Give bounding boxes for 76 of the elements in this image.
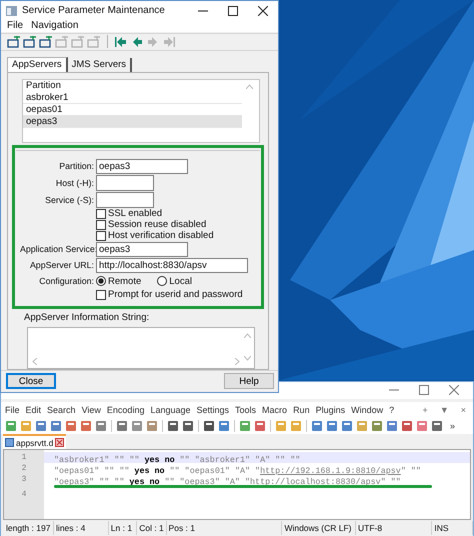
menu-item[interactable]: Edit	[26, 404, 42, 414]
field-label: AppServer Information String:	[24, 312, 150, 323]
status-text: Ln : 1	[110, 523, 132, 533]
checkbox[interactable]	[96, 208, 106, 219]
checkbox-label: SSL enabled	[108, 208, 162, 220]
code-line: "oepas01" "" "" yes no "" "oepas01" "A" "http://192.168.1.9:8810/apsv" ""	[54, 466, 421, 476]
maximize-icon[interactable]	[228, 6, 238, 16]
scroll-down-icon[interactable]	[244, 356, 251, 361]
field-label: AppServer URL:	[28, 260, 95, 270]
field-label: Configuration:	[38, 276, 95, 286]
column-header[interactable]: Partition	[26, 80, 61, 92]
text-field[interactable]	[96, 174, 154, 191]
radio-label: Remote	[108, 276, 142, 287]
app-icon	[6, 6, 17, 16]
menu-control[interactable]: +	[420, 404, 431, 414]
checkbox[interactable]	[96, 220, 106, 230]
checkbox-label: Host verification disabled	[108, 230, 214, 242]
text-area[interactable]	[27, 326, 255, 369]
menu-item[interactable]: Window	[351, 404, 384, 414]
menu-control[interactable]: ▼	[436, 404, 452, 414]
line-number: 3	[20, 474, 28, 486]
text-field[interactable]	[96, 192, 154, 208]
field-label: Host (-H):	[54, 178, 95, 188]
status-text: lines : 4	[56, 523, 86, 533]
line-number: 2	[20, 463, 28, 474]
menu-control[interactable]: ×	[458, 404, 469, 414]
field-label: Service (-S):	[44, 194, 95, 205]
menu-item[interactable]: Search	[47, 404, 76, 414]
scroll-right-icon[interactable]	[235, 358, 240, 365]
dialog-button[interactable]: Help	[224, 373, 274, 390]
first-arrow-icon[interactable]	[114, 36, 128, 48]
menu-item[interactable]: Run	[293, 404, 310, 414]
menu-item[interactable]: File	[5, 404, 20, 414]
checkbox[interactable]	[96, 230, 106, 241]
status-text: Col : 1	[139, 523, 164, 533]
menu-item[interactable]: Language	[150, 404, 190, 414]
status-text: length : 197	[6, 523, 50, 533]
menu-item[interactable]: Settings	[196, 404, 230, 414]
toolbar-overflow[interactable]: »	[450, 420, 456, 430]
menu-item[interactable]: Plugins	[316, 404, 346, 414]
status-text: Windows (CR LF)	[284, 523, 352, 533]
menu-item[interactable]: Navigation	[31, 20, 78, 32]
window-title: Service Parameter Maintenance	[22, 5, 165, 16]
code-line: "oepas3" "" "" yes no "" "oepas3" "A" "http://localhost:8830/apsv" ""	[54, 477, 401, 487]
radio-label: Local	[169, 276, 192, 287]
code-line: "asbroker1" "" "" yes no "" "asbroker1" "A" "" ""	[54, 455, 300, 465]
menu-item[interactable]: Macro	[262, 404, 288, 414]
dialog-button[interactable]: Close	[6, 373, 56, 390]
line-number: 1	[20, 452, 28, 463]
checkbox-label: Prompt for userid and password	[108, 289, 243, 300]
radio-button[interactable]	[96, 276, 106, 286]
status-text: UTF-8	[358, 523, 382, 533]
tab[interactable]: AppServers	[7, 56, 68, 72]
menu-item[interactable]: Encoding	[106, 404, 144, 414]
scroll-up-icon[interactable]	[244, 332, 251, 338]
line-number: 4	[20, 489, 28, 500]
text-field[interactable]: oepas3	[96, 242, 188, 257]
radio-button[interactable]	[157, 276, 168, 286]
text-field[interactable]: http://localhost:8830/apsv	[96, 258, 248, 273]
list-row[interactable]: oepas3	[23, 116, 242, 128]
field-label: Partition:	[58, 161, 95, 172]
checkbox-label: Session reuse disabled	[108, 219, 206, 230]
menu-item[interactable]: ?	[389, 404, 394, 414]
menu-item[interactable]: File	[7, 20, 24, 32]
checkbox[interactable]	[96, 290, 106, 300]
list-row[interactable]: asbroker1	[23, 92, 242, 104]
status-text: INS	[434, 523, 449, 533]
text-field[interactable]: oepas3	[96, 158, 188, 174]
field-label: Application Service:	[20, 244, 96, 254]
file-tab[interactable]: appsrvtt.d	[3, 434, 66, 449]
scroll-up-icon[interactable]	[246, 84, 253, 90]
menu-item[interactable]: Tools	[235, 404, 256, 414]
scroll-left-icon[interactable]	[32, 358, 37, 365]
status-text: Pos : 1	[168, 523, 196, 533]
menu-item[interactable]: View	[82, 404, 101, 414]
close-icon[interactable]	[258, 6, 268, 16]
